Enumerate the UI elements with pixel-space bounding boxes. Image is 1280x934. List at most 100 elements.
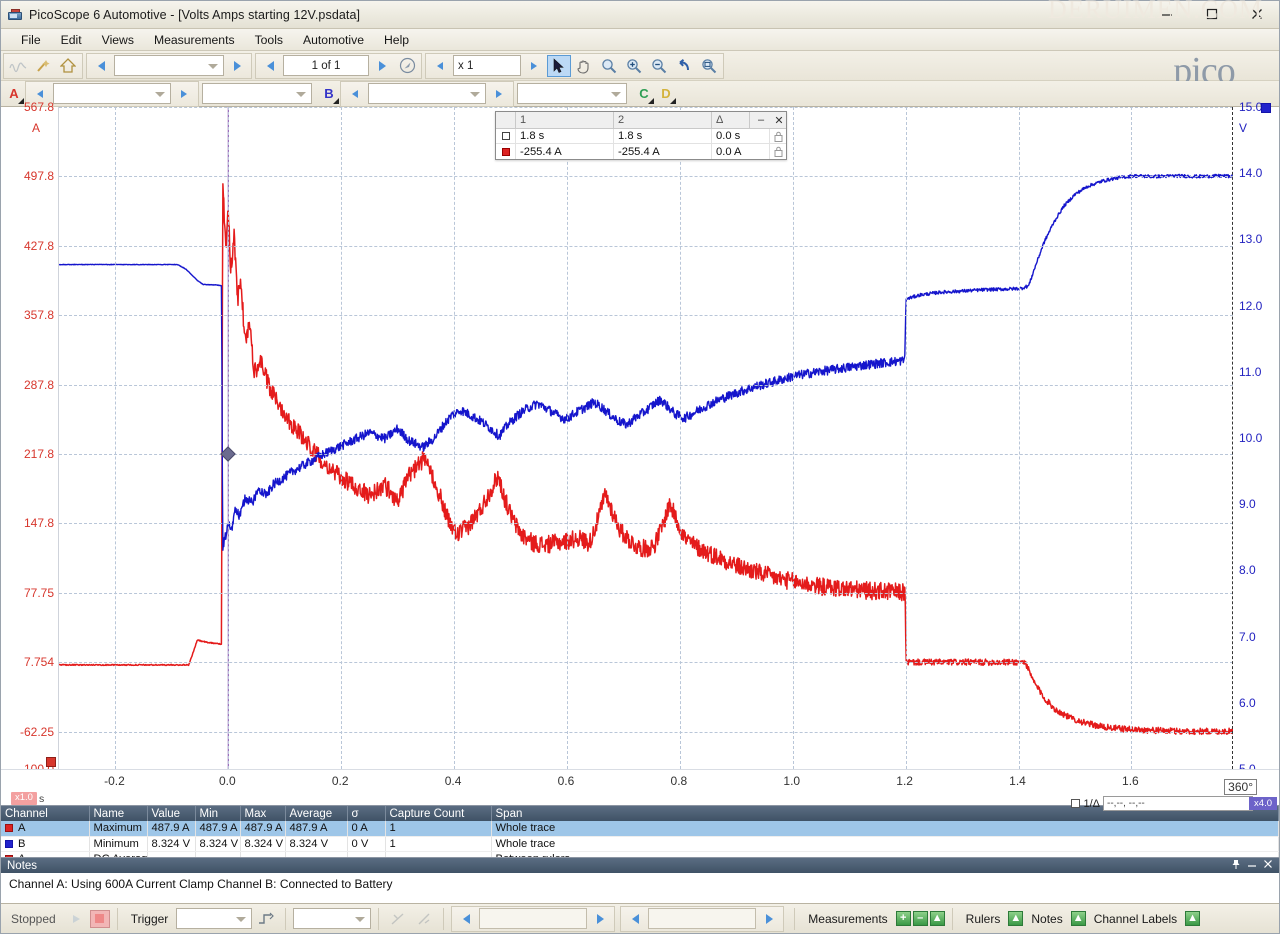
inverse-delta-value[interactable]: --,--, --,-- [1103, 796, 1253, 811]
menu-views[interactable]: Views [92, 31, 144, 49]
rulers-toggle-button[interactable]: ▲ [1008, 911, 1024, 926]
pointer-icon[interactable] [547, 54, 571, 77]
table-row[interactable]: B Minimum 8.324 V 8.324 V 8.324 V 8.324 … [1, 836, 1279, 852]
channel-c-badge[interactable]: C [633, 83, 655, 105]
page-indicator[interactable]: 1 of 1 [283, 55, 369, 76]
channel-b-range-combo[interactable] [368, 83, 486, 104]
channel-labels-toggle-label[interactable]: Channel Labels [1088, 912, 1183, 926]
col-capture-count[interactable]: Capture Count [385, 806, 492, 821]
ruler-minimize-button[interactable]: – [750, 112, 768, 128]
measurements-table[interactable]: Channel Name Value Min Max Average σ Cap… [1, 805, 1279, 857]
stop-icon[interactable] [89, 909, 110, 928]
maximize-button[interactable] [1189, 1, 1234, 28]
menu-automotive[interactable]: Automotive [293, 31, 374, 49]
grid-line-vertical [679, 107, 681, 769]
channel-b-range-next[interactable] [487, 83, 511, 105]
play-icon[interactable] [64, 908, 88, 930]
menu-help[interactable]: Help [374, 31, 419, 49]
plot-area[interactable] [58, 107, 1233, 770]
delete-measurement-button[interactable]: – [912, 911, 928, 926]
page-prev-button[interactable] [258, 55, 282, 77]
menu-edit-label: Edit [60, 32, 82, 47]
zoom-overview-icon[interactable] [697, 55, 721, 77]
undo-zoom-icon[interactable] [672, 55, 696, 77]
channel-a-axis-swatch[interactable] [46, 757, 56, 767]
compass-icon[interactable] [395, 55, 419, 77]
trigger-edge-icon[interactable] [254, 908, 278, 930]
nav1-field[interactable] [479, 908, 588, 929]
ruler-lock-current-icon[interactable] [770, 144, 786, 159]
cell-sigma: 0 V [347, 836, 386, 852]
channel-a-badge[interactable]: A [3, 83, 25, 105]
zoom-out-icon[interactable] [647, 55, 671, 77]
degree-box[interactable]: 360° [1224, 779, 1257, 795]
menu-measurements[interactable]: Measurements [144, 31, 245, 49]
col-max[interactable]: Max [240, 806, 286, 821]
toolbar-group-buffer [86, 52, 252, 79]
x4-badge[interactable]: x4.0 [1249, 797, 1277, 810]
ruler-legend-box[interactable]: 1 2 Δ – ✕ 1.8 s 1.8 s 0.0 s -255.4 A -25… [495, 111, 787, 160]
nav2-prev-button[interactable] [623, 908, 647, 930]
trigger-rising-icon[interactable] [412, 908, 436, 930]
zoom-prev-button[interactable] [428, 55, 452, 77]
nav1-prev-button[interactable] [454, 908, 478, 930]
nav2-field[interactable] [648, 908, 757, 929]
y-tick-label-current: 497.8 [23, 169, 54, 184]
trigger-source-combo[interactable] [293, 908, 372, 929]
col-min[interactable]: Min [195, 806, 241, 821]
x-scale-badge[interactable]: x1.0 [11, 792, 37, 805]
channel-b-coupling-combo[interactable] [517, 83, 627, 104]
notes-minimize-icon[interactable] [1247, 859, 1257, 872]
waveform-icon[interactable] [6, 55, 30, 77]
scope-view[interactable]: 567.8 497.8 427.8 357.8 287.8 217.8 147.8 77.75… [1, 100, 1279, 776]
channel-a-range-next[interactable] [172, 83, 196, 105]
notes-toggle-label[interactable]: Notes [1025, 912, 1068, 926]
zoom-marquee-icon[interactable] [597, 55, 621, 77]
col-channel[interactable]: Channel [1, 806, 90, 821]
menu-file[interactable]: File [11, 31, 51, 49]
menu-edit[interactable]: Edit [51, 31, 92, 49]
hand-icon[interactable] [572, 55, 596, 77]
inverse-delta-checkbox[interactable] [1071, 799, 1081, 808]
zoom-next-button[interactable] [522, 55, 546, 77]
page-next-button[interactable] [370, 55, 394, 77]
notes-toggle-button[interactable]: ▲ [1070, 911, 1086, 926]
home-icon[interactable] [56, 55, 80, 77]
notes-close-icon[interactable] [1263, 859, 1273, 872]
trigger-off-icon[interactable] [386, 908, 410, 930]
close-button[interactable] [1234, 1, 1279, 28]
notes-header: Notes [1, 858, 1279, 873]
ruler-close-button[interactable]: ✕ [768, 112, 786, 128]
edit-measurement-button[interactable]: ▲ [929, 911, 945, 926]
col-value[interactable]: Value [147, 806, 196, 821]
minimize-button[interactable] [1144, 1, 1189, 28]
channel-a-range-combo[interactable] [53, 83, 171, 104]
nav2-next-button[interactable] [757, 908, 781, 930]
channel-d-badge[interactable]: D [655, 83, 677, 105]
table-row[interactable]: A Maximum 487.9 A 487.9 A 487.9 A 487.9 … [1, 821, 1279, 837]
channel-a-coupling-combo[interactable] [202, 83, 312, 104]
rulers-toggle-label[interactable]: Rulers [960, 912, 1007, 926]
nav1-next-button[interactable] [588, 908, 612, 930]
x-tick-label: 0.0 [218, 774, 236, 788]
magic-wand-icon[interactable] [31, 55, 55, 77]
buffer-combo[interactable] [114, 55, 224, 76]
channel-b-badge[interactable]: B [318, 83, 340, 105]
notes-text[interactable]: Channel A: Using 600A Current Clamp Chan… [1, 873, 1279, 903]
menu-tools[interactable]: Tools [245, 31, 293, 49]
add-measurement-button[interactable]: + [895, 911, 911, 926]
channel-labels-toggle-button[interactable]: ▲ [1185, 911, 1201, 926]
col-average[interactable]: Average [285, 806, 348, 821]
buffer-prev-button[interactable] [89, 55, 113, 77]
buffer-next-button[interactable] [225, 55, 249, 77]
channel-b-range-prev[interactable] [343, 83, 367, 105]
zoom-in-icon[interactable] [622, 55, 646, 77]
zoom-level-field[interactable]: x 1 [453, 55, 521, 76]
measurements-toggle-label[interactable]: Measurements [802, 912, 893, 926]
channel-b-axis-swatch[interactable] [1261, 103, 1271, 113]
trigger-mode-combo[interactable] [176, 908, 253, 929]
ruler-lock-time-icon[interactable] [770, 129, 786, 143]
col-sigma[interactable]: σ [347, 806, 386, 821]
pin-icon[interactable] [1231, 859, 1241, 873]
col-name[interactable]: Name [89, 806, 148, 821]
